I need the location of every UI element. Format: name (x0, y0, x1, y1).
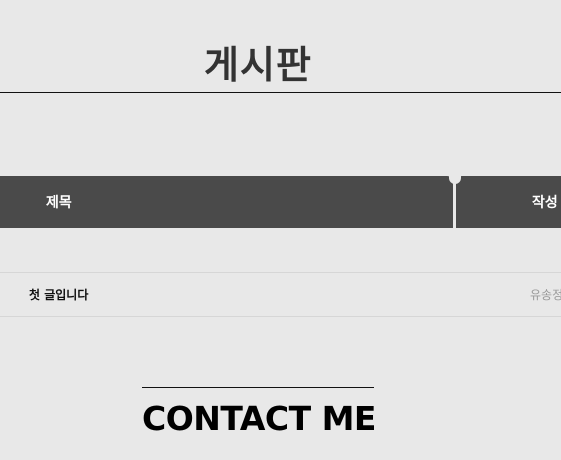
page-title: 게시판 (204, 43, 312, 87)
post-title-link[interactable]: 첫 글입니다 (29, 273, 88, 317)
post-author: 유송정 (530, 288, 561, 302)
column-header-author: 작성 (456, 176, 561, 228)
column-header-title: 제목 (0, 176, 453, 228)
board-table-header: 제목 작성 (0, 176, 561, 228)
table-row[interactable]: 첫 글입니다 유송정 (0, 273, 561, 316)
contact-divider (142, 387, 374, 388)
column-header-title-label: 제목 (46, 195, 72, 211)
contact-heading: CONTACT ME (142, 399, 376, 438)
row-divider-bottom (0, 316, 561, 317)
title-divider (0, 92, 561, 93)
board-page: { "board": { "title": "게시판", "columns": … (0, 0, 561, 460)
column-header-author-label: 작성 (532, 195, 558, 211)
